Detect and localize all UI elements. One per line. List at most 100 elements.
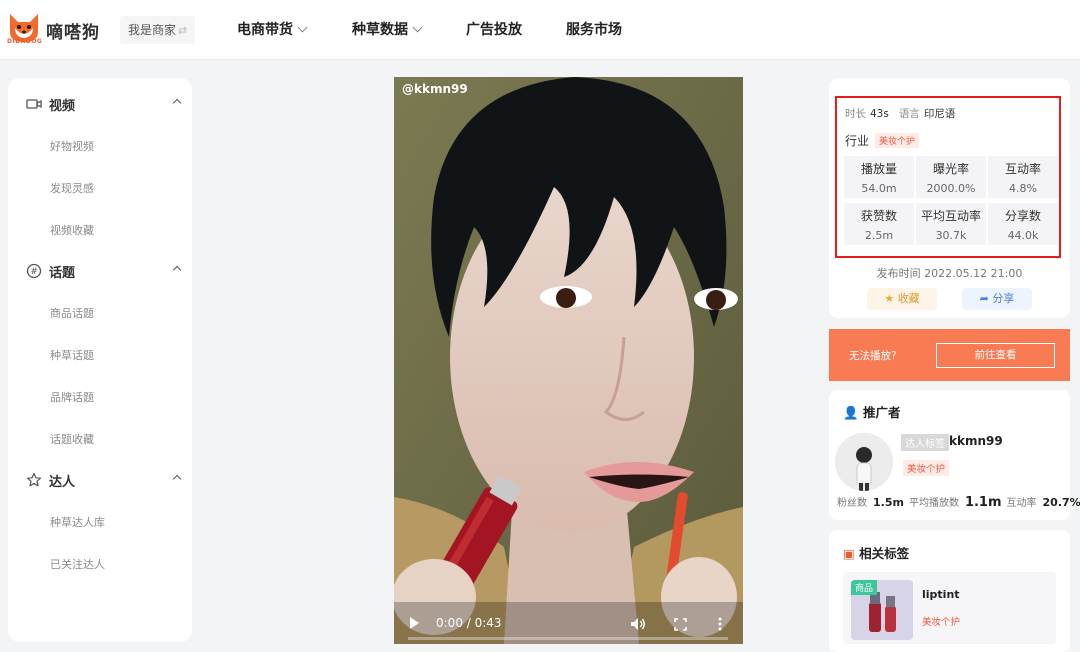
video-time: 0:00 / 0:43 [436, 616, 502, 630]
sidebar-item-seeding-topics[interactable]: 种草话题 [50, 347, 94, 363]
promoter-title: 👤 推广者 [843, 402, 900, 421]
sidebar-section-label: 话题 [49, 266, 76, 281]
nav-service-market[interactable]: 服务市场 [566, 19, 622, 39]
related-tags-card: ▣ 相关标签 商品 liptint 美妆个护 [829, 530, 1070, 652]
sidebar-item-followed-influencers[interactable]: 已关注达人 [50, 556, 105, 572]
product-image: 商品 [851, 580, 913, 640]
svg-text:#: # [30, 267, 38, 277]
nav-ads-label: 广告投放 [466, 22, 522, 38]
publish-time: 发布时间 2022.05.12 21:00 [876, 267, 1023, 280]
stat-value: 44.0k [1007, 229, 1039, 242]
video-frame-image [394, 77, 743, 644]
chevron-down-icon [297, 22, 308, 33]
promoter-card: 👤 推广者 达人标签 kkmn99 美妆个护 粉丝数 1.5m 平均播放数 1.1m 互… [829, 390, 1080, 520]
sidebar-item-video-favorites[interactable]: 视频收藏 [50, 222, 94, 238]
related-title: ▣ 相关标签 [843, 543, 909, 562]
avg-play-label: 平均播放数 [908, 498, 959, 509]
sidebar-item-inspiration[interactable]: 发现灵感 [50, 180, 94, 196]
sidebar-item-influencer-library[interactable]: 种草达人库 [50, 514, 105, 530]
duration-label: 时长 [845, 108, 866, 120]
promoter-stats: 粉丝数 1.5m 平均播放数 1.1m 互动率 20.7% [837, 494, 1080, 510]
sidebar-section-video[interactable]: 视频 [26, 94, 182, 114]
language-label: 语言 [898, 108, 920, 120]
merchant-label: 我是商家 [128, 23, 177, 37]
nav-seeding-data[interactable]: 种草数据 [352, 19, 423, 39]
person-icon: 👤 [843, 405, 859, 420]
sidebar-section-topic[interactable]: # 话题 [26, 261, 182, 281]
sidebar-section-label: 达人 [49, 475, 76, 490]
stat-exposure-rate: 曝光率 2000.0% [916, 156, 986, 198]
sidebar-item-brand-topics[interactable]: 品牌话题 [50, 389, 94, 405]
more-options-icon[interactable] [718, 617, 722, 631]
chevron-down-icon [412, 22, 423, 33]
hashtag-icon: # [26, 263, 42, 279]
product-card[interactable]: 商品 liptint 美妆个护 [843, 572, 1056, 644]
sidebar-item-topic-favorites[interactable]: 话题收藏 [50, 431, 94, 447]
language-value: 印尼语 [923, 108, 956, 120]
nav-ads[interactable]: 广告投放 [466, 19, 522, 39]
stat-value: 2000.0% [926, 182, 976, 195]
logo-subtext: DIDADOG [7, 38, 43, 45]
sidebar-item-product-topics[interactable]: 商品话题 [50, 305, 94, 321]
sidebar: 视频 好物视频 发现灵感 视频收藏 # 话题 商品话题 种草话题 品牌话题 话题… [8, 78, 192, 642]
volume-icon[interactable] [630, 617, 646, 631]
logo-text[interactable]: 嘀嗒狗 [46, 18, 100, 43]
favorite-button[interactable]: ★ 收藏 [867, 288, 937, 310]
interaction-value: 20.7% [1042, 496, 1080, 509]
stat-label: 分享数 [1004, 209, 1041, 223]
star-filled-icon: ★ [884, 292, 895, 305]
stat-likes: 获赞数 2.5m [844, 203, 914, 245]
sidebar-section-influencer[interactable]: 达人 [26, 470, 182, 490]
stat-value: 54.0m [861, 182, 897, 195]
video-author-handle: @kkmn99 [402, 82, 468, 96]
nav-ecommerce-label: 电商带货 [237, 22, 293, 38]
stat-label: 互动率 [1004, 162, 1041, 176]
nav-seeding-label: 种草数据 [352, 22, 408, 38]
promoter-category: 美妆个护 [903, 460, 950, 476]
stat-avg-interaction: 平均互动率 30.7k [916, 203, 986, 245]
video-player[interactable]: @kkmn99 0:00 / 0:43 [394, 77, 743, 644]
favorite-label: 收藏 [897, 292, 920, 305]
stat-label: 获赞数 [860, 209, 897, 223]
chevron-up-icon[interactable] [172, 265, 182, 275]
merchant-switch-button[interactable]: 我是商家 ⇄ [120, 16, 196, 44]
share-button[interactable]: ➦ 分享 [962, 288, 1032, 310]
share-label: 分享 [992, 292, 1015, 305]
product-name: liptint [922, 588, 960, 601]
interaction-label: 互动率 [1006, 498, 1037, 509]
industry-tag: 美妆个护 [875, 133, 920, 148]
video-progress-bar[interactable] [408, 637, 728, 640]
avg-play-value: 1.1m [964, 495, 1002, 510]
video-info-card: 时长 43s 语言 印尼语 行业 美妆个护 播放量 54.0m 曝光率 2000.0% … [829, 78, 1070, 318]
star-icon [26, 472, 42, 487]
fans-value: 1.5m [873, 496, 904, 509]
stat-label: 平均互动率 [920, 209, 981, 223]
stat-plays: 播放量 54.0m [844, 156, 914, 198]
play-icon[interactable] [410, 617, 419, 629]
go-view-button[interactable]: 前往查看 [936, 343, 1055, 368]
nav-service-label: 服务市场 [566, 22, 622, 38]
swap-icon: ⇄ [178, 24, 188, 37]
sidebar-section-label: 视频 [49, 99, 76, 114]
sidebar-item-good-videos[interactable]: 好物视频 [50, 138, 94, 154]
stat-shares: 分享数 44.0k [988, 203, 1058, 245]
fullscreen-icon[interactable] [674, 618, 687, 631]
stat-value: 30.7k [935, 229, 967, 242]
meta-line: 时长 43s 语言 印尼语 [845, 106, 965, 121]
product-category: 美妆个护 [922, 617, 961, 628]
avatar[interactable] [835, 433, 893, 491]
cannot-play-banner: 无法播放? 前往查看 [829, 329, 1070, 381]
chevron-up-icon[interactable] [172, 98, 182, 108]
stat-interaction-rate: 互动率 4.8% [988, 156, 1058, 198]
stat-label: 曝光率 [932, 162, 969, 176]
industry-row: 行业 美妆个护 [845, 132, 920, 149]
product-type-tag: 商品 [851, 580, 878, 595]
stat-value: 4.8% [1009, 182, 1037, 195]
duration-value: 43s [870, 108, 889, 120]
nav-ecommerce[interactable]: 电商带货 [237, 19, 308, 39]
promoter-name[interactable]: kkmn99 [949, 434, 1003, 448]
chevron-up-icon[interactable] [172, 474, 182, 484]
top-navigation-bar: DIDADOG 嘀嗒狗 我是商家 ⇄ 电商带货 种草数据 广告投放 服务市场 [0, 0, 1080, 60]
promoter-title-text: 推广者 [862, 405, 901, 420]
highlight-box: 时长 43s 语言 印尼语 行业 美妆个护 播放量 54.0m 曝光率 2000.0% … [835, 96, 1061, 258]
